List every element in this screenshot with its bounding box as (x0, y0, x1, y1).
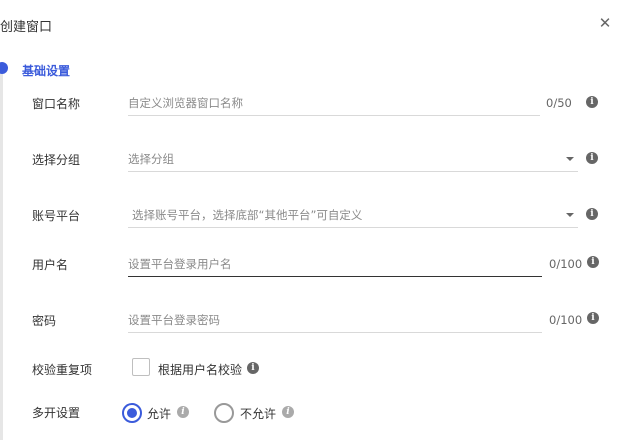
caret-down-icon (566, 157, 574, 161)
info-icon[interactable]: i (247, 362, 259, 374)
info-icon[interactable]: i (586, 152, 598, 164)
group-select[interactable]: 选择分组 (128, 147, 578, 172)
info-icon[interactable]: i (177, 406, 189, 418)
window-name-counter: 0/50 (546, 96, 572, 110)
info-icon[interactable]: i (282, 406, 294, 418)
window-name-label: 窗口名称 (32, 97, 81, 111)
username-label: 用户名 (32, 258, 69, 272)
allow-radio[interactable] (122, 403, 142, 423)
section-title: 基础设置 (22, 64, 71, 78)
disallow-radio[interactable] (214, 403, 234, 423)
group-placeholder: 选择分组 (128, 152, 174, 166)
password-counter: 0/100 (549, 313, 583, 327)
allow-radio-label[interactable]: 允许 (147, 405, 171, 422)
multi-open-label: 多开设置 (32, 406, 81, 420)
window-name-input[interactable]: 自定义浏览器窗口名称 (128, 91, 540, 116)
close-icon[interactable]: ✕ (596, 14, 614, 32)
dedupe-checkbox-label[interactable]: 根据用户名校验 (158, 361, 242, 378)
group-label: 选择分组 (32, 153, 81, 167)
username-input[interactable]: 设置平台登录用户名 (128, 252, 542, 277)
username-counter: 0/100 (549, 257, 583, 271)
dedupe-checkbox[interactable] (132, 358, 150, 376)
info-icon[interactable]: i (586, 96, 598, 108)
password-input[interactable]: 设置平台登录密码 (128, 308, 542, 333)
caret-down-icon (566, 213, 574, 217)
dialog-title: 创建窗口 (0, 20, 53, 35)
platform-select[interactable]: 选择账号平台，选择底部“其他平台”可自定义 (128, 203, 578, 228)
dedupe-label: 校验重复项 (32, 363, 93, 377)
disallow-radio-label[interactable]: 不允许 (240, 405, 276, 422)
password-placeholder: 设置平台登录密码 (128, 313, 220, 327)
section-timeline-line (0, 68, 3, 440)
info-icon[interactable]: i (587, 256, 599, 268)
username-placeholder: 设置平台登录用户名 (128, 257, 232, 271)
platform-label: 账号平台 (32, 209, 81, 223)
info-icon[interactable]: i (587, 312, 599, 324)
section-timeline-dot (0, 62, 8, 74)
info-icon[interactable]: i (586, 208, 598, 220)
platform-placeholder: 选择账号平台，选择底部“其他平台”可自定义 (132, 208, 363, 222)
window-name-placeholder: 自定义浏览器窗口名称 (128, 96, 243, 110)
password-label: 密码 (32, 314, 57, 328)
